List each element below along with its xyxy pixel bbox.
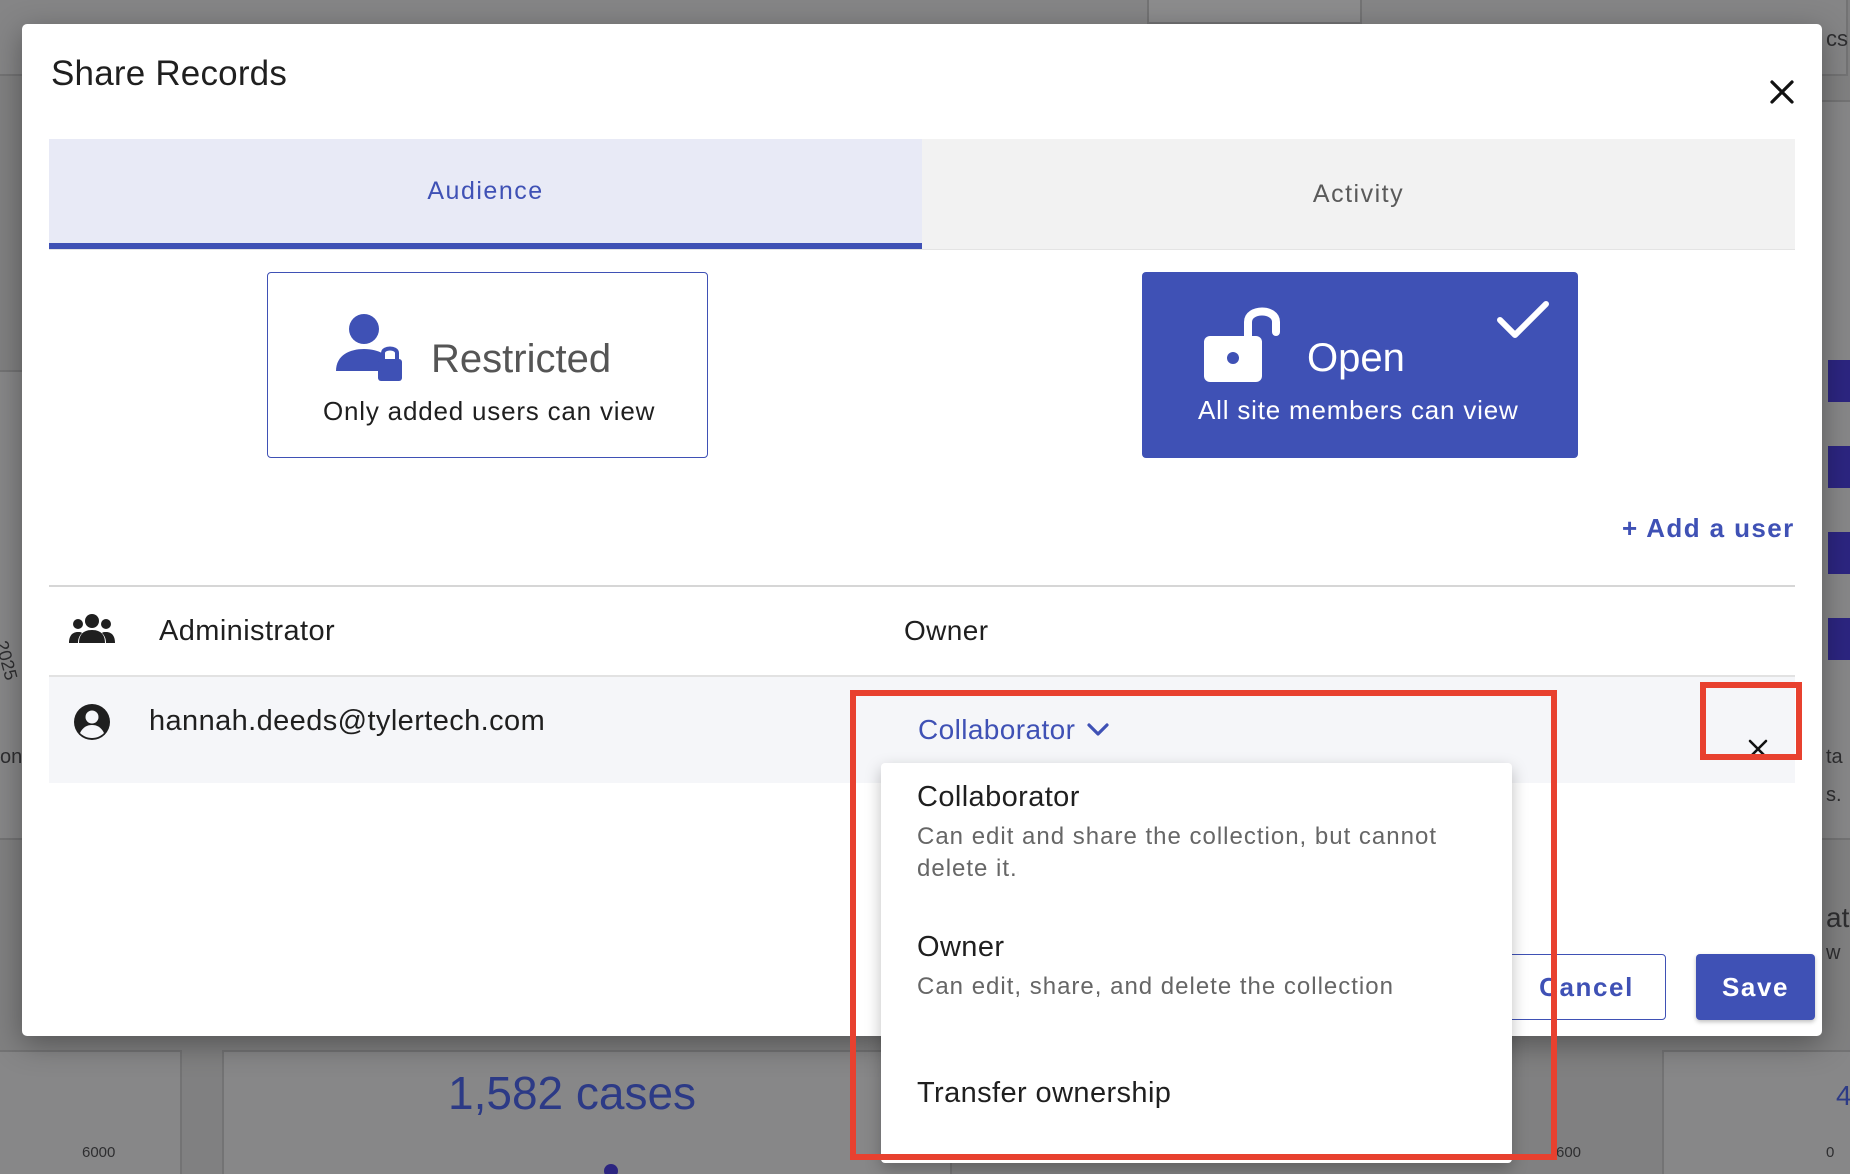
group-icon bbox=[69, 614, 115, 643]
role-dropdown-menu: Collaborator Can edit and share the coll… bbox=[881, 763, 1512, 1163]
role-select-value: Collaborator bbox=[918, 714, 1076, 745]
background-tab bbox=[1147, 0, 1362, 24]
open-title: Open bbox=[1307, 336, 1405, 380]
remove-user-button[interactable] bbox=[1739, 730, 1777, 768]
menu-item-collaborator[interactable]: Collaborator Can edit and share the coll… bbox=[881, 763, 1512, 893]
dialog-title: Share Records bbox=[51, 54, 288, 93]
background-bar bbox=[1828, 618, 1850, 660]
background-fragment: at bbox=[1826, 902, 1850, 933]
close-icon bbox=[1770, 80, 1794, 104]
restricted-access-option[interactable]: Restricted Only added users can view bbox=[267, 272, 708, 458]
tab-audience[interactable]: Audience bbox=[49, 139, 922, 249]
checkmark-icon bbox=[1497, 301, 1549, 338]
background-chart-point bbox=[604, 1164, 618, 1174]
menu-item-description: Can edit, share, and delete the collecti… bbox=[917, 973, 1394, 1000]
open-subtitle: All site members can view bbox=[1198, 395, 1519, 425]
chevron-down-icon bbox=[1087, 723, 1109, 736]
background-axis-label: 600 bbox=[1556, 1144, 1582, 1161]
tab-activity[interactable]: Activity bbox=[922, 139, 1795, 249]
menu-item-owner[interactable]: Owner Can edit, share, and delete the co… bbox=[881, 913, 1512, 1023]
user-name: Administrator bbox=[159, 615, 336, 647]
background-axis-label: 6000 bbox=[82, 1144, 116, 1161]
open-access-option[interactable]: Open All site members can view bbox=[1142, 272, 1578, 458]
unlocked-padlock-icon bbox=[1204, 307, 1280, 382]
background-bar bbox=[1828, 360, 1850, 402]
background-fragment: s. bbox=[1826, 784, 1842, 806]
background-bar bbox=[1828, 446, 1850, 488]
background-bar bbox=[1828, 532, 1850, 574]
save-button[interactable]: Save bbox=[1696, 954, 1815, 1020]
menu-item-label: Collaborator bbox=[917, 781, 1080, 813]
user-email: hannah.deeds@tylertech.com bbox=[149, 705, 546, 737]
dialog-tabs: Audience Activity bbox=[49, 139, 1795, 250]
account-circle-icon bbox=[74, 704, 110, 740]
person-lock-icon bbox=[336, 314, 402, 381]
background-fragment: w bbox=[1826, 942, 1841, 964]
menu-item-description: Can edit and share the collection, but c… bbox=[917, 823, 1437, 882]
background-axis-label: 0 bbox=[1826, 1144, 1835, 1161]
menu-item-label: Owner bbox=[917, 931, 1005, 963]
restricted-title: Restricted bbox=[431, 337, 612, 381]
user-role: Owner bbox=[904, 615, 989, 646]
user-row-administrator: Administrator Owner bbox=[49, 587, 1795, 675]
close-icon bbox=[1748, 739, 1768, 759]
background-fragment: cs bbox=[1826, 26, 1848, 51]
close-dialog-button[interactable] bbox=[1754, 64, 1810, 120]
add-user-button[interactable]: + Add a user bbox=[1622, 513, 1795, 544]
restricted-subtitle: Only added users can view bbox=[323, 396, 656, 426]
menu-item-label: Transfer ownership bbox=[917, 1077, 1172, 1109]
background-card bbox=[1662, 1050, 1850, 1174]
role-select[interactable]: Collaborator bbox=[918, 714, 1109, 746]
background-case-count: 1,582 cases bbox=[448, 1067, 697, 1119]
background-fragment: 4 bbox=[1836, 1080, 1850, 1111]
menu-item-transfer-ownership[interactable]: Transfer ownership bbox=[881, 1053, 1512, 1143]
cancel-button[interactable]: Cancel bbox=[1507, 954, 1666, 1020]
background-fragment: ta bbox=[1826, 746, 1843, 768]
